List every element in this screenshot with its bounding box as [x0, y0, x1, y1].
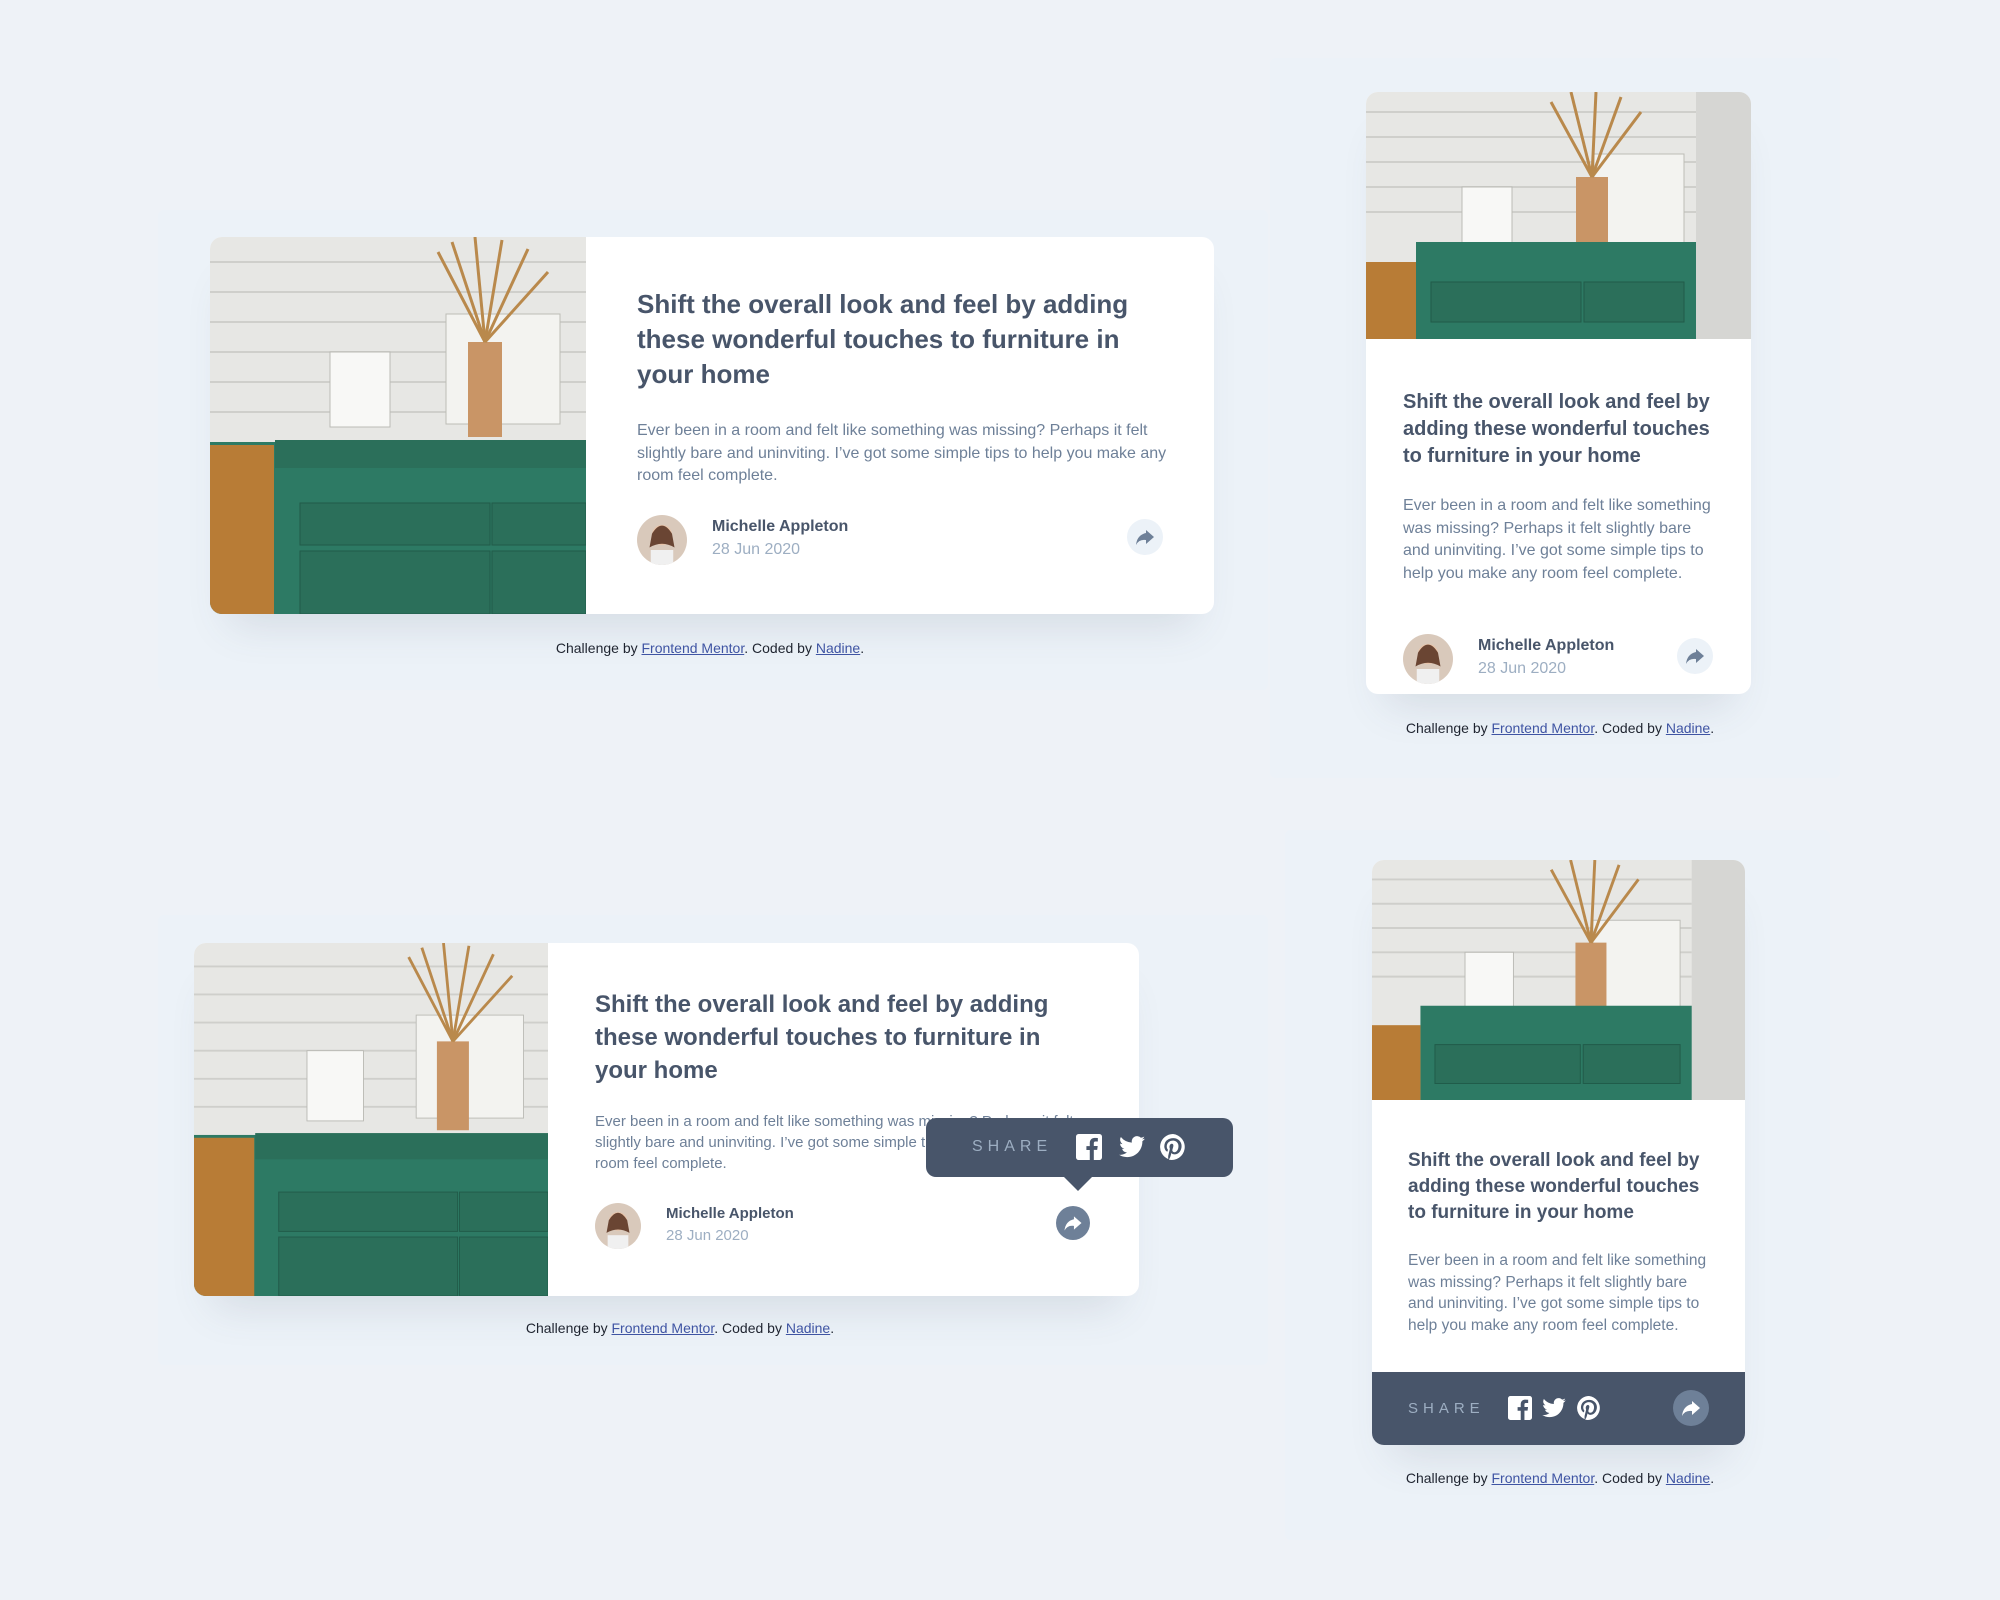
share-bar: SHARE — [1372, 1372, 1745, 1445]
frontend-mentor-link[interactable]: Frontend Mentor — [612, 1320, 715, 1336]
share-arrow-icon — [1064, 1216, 1082, 1231]
twitter-icon[interactable] — [1542, 1398, 1566, 1418]
publish-date: 28 Jun 2020 — [712, 541, 801, 558]
author-avatar-illustration — [637, 515, 687, 565]
drawers-photo-illustration — [1366, 92, 1751, 339]
share-arrow-icon — [1136, 530, 1154, 545]
article-card-desktop: Shift the overall look and feel by addin… — [210, 237, 1214, 614]
drawers-photo-illustration — [194, 943, 548, 1296]
share-arrow-icon — [1682, 1401, 1700, 1416]
author-avatar — [595, 1203, 641, 1249]
author-link[interactable]: Nadine — [1666, 1470, 1710, 1486]
article-title: Shift the overall look and feel by addin… — [1403, 391, 1710, 467]
pinterest-icon[interactable] — [1577, 1396, 1601, 1420]
article-excerpt: Ever been in a room and felt like someth… — [1408, 1252, 1707, 1335]
article-card-mobile: Shift the overall look and feel by addin… — [1366, 92, 1751, 694]
share-arrow-icon — [1686, 649, 1704, 664]
author-name: Michelle Appleton — [712, 518, 849, 535]
share-label: SHARE — [1408, 1400, 1485, 1417]
frontend-mentor-link[interactable]: Frontend Mentor — [1492, 720, 1595, 736]
author-avatar — [1403, 634, 1453, 684]
attribution-footer: Challenge by Frontend Mentor. Coded by N… — [525, 1320, 835, 1336]
facebook-icon[interactable] — [1076, 1134, 1102, 1160]
attribution-footer: Challenge by Frontend Mentor. Coded by N… — [555, 640, 865, 656]
article-card-mobile-active: Shift the overall look and feel by addin… — [1372, 860, 1745, 1445]
twitter-icon[interactable] — [1119, 1136, 1145, 1158]
publish-date: 28 Jun 2020 — [666, 1227, 749, 1244]
share-popover: SHARE — [926, 1118, 1233, 1177]
publish-date: 28 Jun 2020 — [1478, 660, 1567, 677]
article-title: Shift the overall look and feel by addin… — [1408, 1150, 1700, 1223]
share-button-active[interactable] — [1673, 1390, 1709, 1426]
article-excerpt: Ever been in a room and felt like someth… — [637, 422, 1167, 484]
author-avatar-illustration — [595, 1203, 641, 1249]
author-avatar — [637, 515, 687, 565]
author-name: Michelle Appleton — [1478, 637, 1615, 654]
drawers-photo — [210, 237, 586, 614]
drawers-photo — [1366, 92, 1751, 339]
author-name: Michelle Appleton — [666, 1205, 794, 1222]
frontend-mentor-link[interactable]: Frontend Mentor — [1492, 1470, 1595, 1486]
frontend-mentor-link[interactable]: Frontend Mentor — [642, 640, 745, 656]
attribution-footer: Challenge by Frontend Mentor. Coded by N… — [1405, 1470, 1715, 1486]
author-link[interactable]: Nadine — [1666, 720, 1710, 736]
pinterest-icon[interactable] — [1160, 1134, 1186, 1160]
drawers-photo-illustration — [210, 237, 586, 614]
facebook-icon[interactable] — [1508, 1396, 1532, 1420]
drawers-photo — [1372, 860, 1745, 1100]
share-button[interactable] — [1677, 638, 1713, 674]
share-button[interactable] — [1127, 519, 1163, 555]
attribution-footer: Challenge by Frontend Mentor. Coded by N… — [1405, 720, 1715, 736]
article-title: Shift the overall look and feel by addin… — [595, 991, 1049, 1084]
article-title: Shift the overall look and feel by addin… — [637, 289, 1129, 389]
share-label: SHARE — [972, 1138, 1053, 1155]
drawers-photo — [194, 943, 548, 1296]
popover-pointer — [1064, 1177, 1092, 1191]
share-button-active[interactable] — [1056, 1206, 1090, 1240]
drawers-photo-illustration — [1372, 860, 1745, 1100]
author-link[interactable]: Nadine — [816, 640, 860, 656]
author-link[interactable]: Nadine — [786, 1320, 830, 1336]
article-excerpt: Ever been in a room and felt like someth… — [1403, 497, 1711, 582]
author-avatar-illustration — [1403, 634, 1453, 684]
